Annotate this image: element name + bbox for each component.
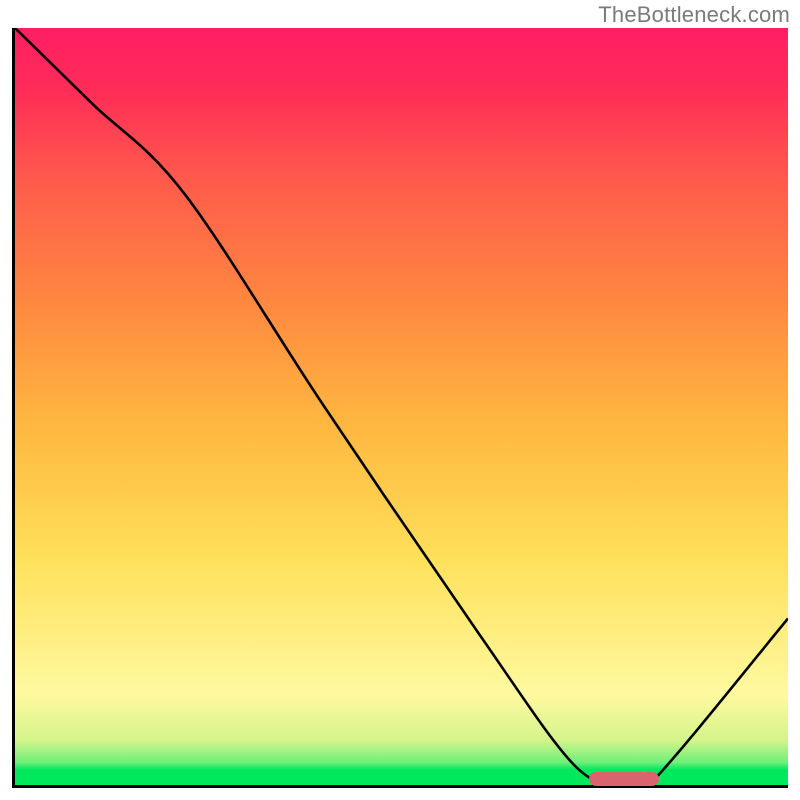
optimal-marker [589, 772, 659, 786]
attribution-text: TheBottleneck.com [598, 2, 790, 28]
curve-svg [15, 28, 788, 785]
bottleneck-curve [15, 28, 788, 785]
chart-frame: TheBottleneck.com [0, 0, 800, 800]
plot-area [12, 28, 788, 788]
